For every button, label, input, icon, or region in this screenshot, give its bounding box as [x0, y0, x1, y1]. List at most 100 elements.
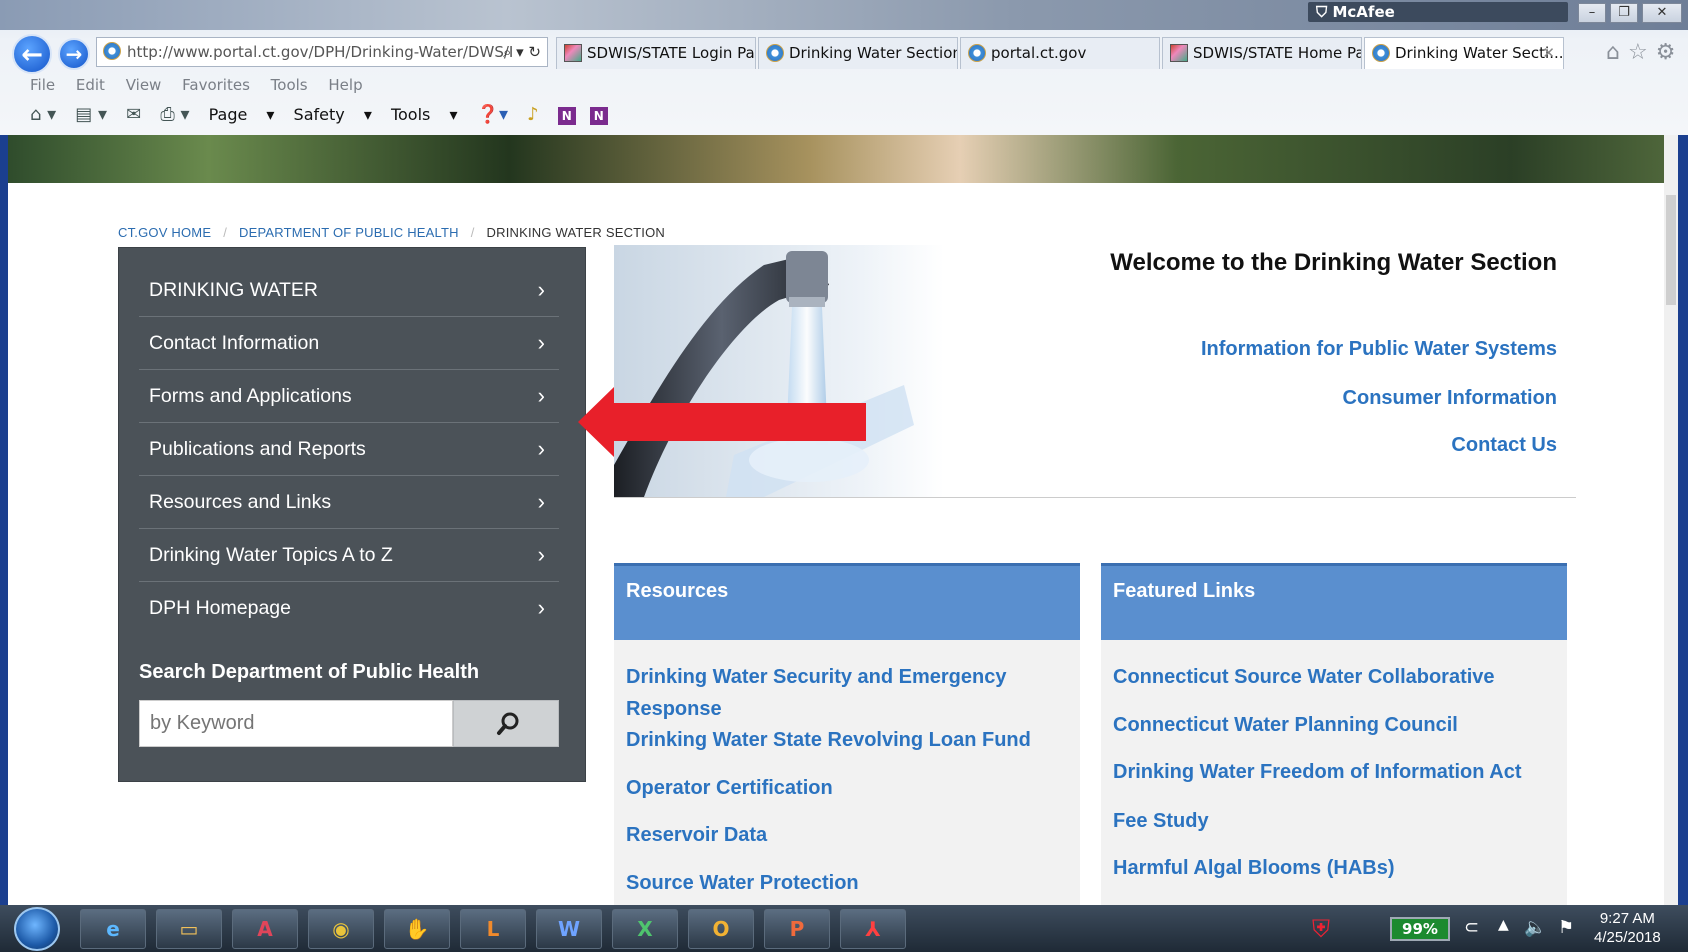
tab-sdwis-home[interactable]: SDWIS/STATE Home Pa... [1162, 37, 1362, 69]
menu-bar: File Edit View Favorites Tools Help [30, 76, 379, 94]
ie-icon [766, 44, 784, 62]
link-consumer-information[interactable]: Consumer Information [1343, 387, 1557, 410]
tab-drinking-water-section[interactable]: Drinking Water Section [758, 37, 958, 69]
breadcrumb-dept[interactable]: DEPARTMENT OF PUBLIC HEALTH [239, 225, 459, 240]
flag-icon[interactable]: ⚑ [1558, 917, 1574, 938]
onenote-icon[interactable]: N [557, 107, 576, 125]
link-water-planning-council[interactable]: Connecticut Water Planning Council [1113, 709, 1553, 741]
star-icon[interactable]: ☆ [1628, 40, 1656, 65]
home-icon[interactable]: ⌂ [1606, 40, 1628, 65]
outlook-icon: O [712, 917, 730, 941]
faucet-image [614, 245, 944, 497]
sidebar-item-publications-reports[interactable]: Publications and Reports › [139, 423, 559, 476]
mcafee-badge[interactable]: ⛉ McAfee [1308, 2, 1568, 22]
taskbar-app[interactable]: ✋ [384, 909, 450, 949]
folder-icon: ▭ [179, 917, 199, 941]
ie-icon [103, 42, 121, 60]
start-button[interactable] [14, 907, 60, 951]
address-bar[interactable]: http://www.portal.ct.gov/DPH/Drinking-Wa… [96, 37, 548, 67]
clock-time: 9:27 AM [1599, 910, 1655, 927]
tray-expand-icon[interactable]: ▲ [1498, 917, 1509, 933]
print-icon[interactable]: ⎙ ▾ [160, 104, 189, 125]
featured-heading: Featured Links [1101, 563, 1567, 640]
address-tools[interactable]: ⌕ ▾ ↻ [503, 38, 541, 66]
link-contact-us[interactable]: Contact Us [1451, 434, 1557, 457]
link-reservoir-data[interactable]: Reservoir Data [626, 819, 1066, 851]
breadcrumb-home[interactable]: CT.GOV HOME [118, 225, 211, 240]
acrobat-icon: ⅄ [865, 917, 881, 941]
breadcrumb: CT.GOV HOME / DEPARTMENT OF PUBLIC HEALTH /… [118, 225, 665, 240]
home-icon[interactable]: ⌂ ▾ [30, 104, 56, 125]
sidebar-item-resources-links[interactable]: Resources and Links › [139, 476, 559, 529]
search-input[interactable] [139, 700, 453, 747]
mail-icon[interactable]: ✉ [126, 104, 141, 125]
menu-help[interactable]: Help [328, 76, 362, 94]
link-public-water-systems[interactable]: Information for Public Water Systems [1201, 338, 1557, 361]
taskbar-explorer[interactable]: ▭ [156, 909, 222, 949]
page-menu[interactable]: Page ▾ [209, 105, 275, 124]
taskbar-outlook[interactable]: O [688, 909, 754, 949]
network-icon[interactable]: ⊂ [1464, 917, 1479, 938]
app-icon: ✋ [404, 917, 430, 941]
link-fee-study[interactable]: Fee Study [1113, 805, 1553, 837]
forward-button[interactable]: → [58, 38, 90, 70]
link-operator-certification[interactable]: Operator Certification [626, 772, 1066, 804]
maximize-button[interactable]: ❐ [1610, 3, 1638, 23]
vertical-scrollbar[interactable] [1664, 135, 1678, 905]
link-source-water-collaborative[interactable]: Connecticut Source Water Collaborative [1113, 661, 1553, 693]
chevron-right-icon: › [537, 330, 545, 355]
taskbar-chrome[interactable]: ◉ [308, 909, 374, 949]
sidebar-item-topics-a-to-z[interactable]: Drinking Water Topics A to Z › [139, 529, 559, 582]
link-revolving-loan-fund[interactable]: Drinking Water State Revolving Loan Fund [626, 724, 1066, 756]
menu-view[interactable]: View [126, 76, 162, 94]
link-source-water-protection[interactable]: Source Water Protection [626, 867, 1066, 899]
taskbar-ie[interactable]: e [80, 909, 146, 949]
menu-favorites[interactable]: Favorites [182, 76, 250, 94]
link-harmful-algal-blooms[interactable]: Harmful Algal Blooms (HABs) [1113, 852, 1553, 884]
word-icon: W [557, 917, 581, 941]
taskbar-powerpoint[interactable]: P [764, 909, 830, 949]
menu-file[interactable]: File [30, 76, 55, 94]
menu-tools[interactable]: Tools [271, 76, 308, 94]
minimize-button[interactable]: – [1578, 3, 1606, 23]
safety-menu[interactable]: Safety ▾ [294, 105, 372, 124]
taskbar-word[interactable]: W [536, 909, 602, 949]
breadcrumb-separator: / [470, 225, 475, 240]
tab-portal[interactable]: portal.ct.gov [960, 37, 1160, 69]
tools-menu[interactable]: Tools ▾ [391, 105, 458, 124]
feeds-icon[interactable]: ▤ ▾ [75, 104, 107, 125]
link-freedom-of-information[interactable]: Drinking Water Freedom of Information Ac… [1113, 756, 1553, 788]
help-icon[interactable]: ❓▾ [477, 104, 508, 125]
research-icon[interactable]: ♪ [527, 104, 539, 125]
onenote-linked-icon[interactable]: N [589, 107, 608, 125]
taskbar-acrobat[interactable]: ⅄ [840, 909, 906, 949]
mcafee-tray-icon[interactable]: ⛨ [1312, 915, 1330, 943]
excel-icon: X [637, 917, 653, 941]
red-arrow-annotation [578, 387, 866, 457]
gear-icon[interactable]: ⚙ [1656, 40, 1684, 65]
tab-drinking-water-active[interactable]: Drinking Water Secti... ✕ [1364, 37, 1564, 69]
sidebar-item-forms-applications[interactable]: Forms and Applications › [139, 370, 559, 423]
system-tray: ⛨ 99% ⊂ ▲ 🔈 ⚑ 9:27 AM 4/25/2018 [1312, 909, 1688, 949]
menu-edit[interactable]: Edit [76, 76, 105, 94]
taskbar-lync[interactable]: L [460, 909, 526, 949]
chevron-right-icon: › [537, 489, 545, 514]
close-window-button[interactable]: ✕ [1642, 3, 1682, 23]
scrollbar-thumb[interactable] [1666, 195, 1676, 305]
sidebar-item-dph-homepage[interactable]: DPH Homepage › [139, 582, 559, 635]
taskbar-access[interactable]: A [232, 909, 298, 949]
sidebar-item-contact-information[interactable]: Contact Information › [139, 317, 559, 370]
tab-sdwis-login[interactable]: SDWIS/STATE Login Page [556, 37, 756, 69]
sidebar-nav: DRINKING WATER › Contact Information › For… [118, 247, 586, 782]
close-tab-icon[interactable]: ✕ [1542, 38, 1555, 68]
search-title: Search Department of Public Health [139, 661, 480, 683]
breadcrumb-separator: / [223, 225, 228, 240]
link-security-emergency[interactable]: Drinking Water Security and Emergency Re… [626, 661, 1066, 725]
battery-indicator[interactable]: 99% [1390, 917, 1450, 941]
sidebar-item-drinking-water[interactable]: DRINKING WATER › [139, 264, 559, 317]
search-button[interactable] [453, 700, 559, 747]
clock[interactable]: 9:27 AM 4/25/2018 [1594, 909, 1661, 947]
taskbar-excel[interactable]: X [612, 909, 678, 949]
volume-icon[interactable]: 🔈 [1524, 917, 1546, 938]
back-button[interactable]: ← [12, 34, 52, 74]
